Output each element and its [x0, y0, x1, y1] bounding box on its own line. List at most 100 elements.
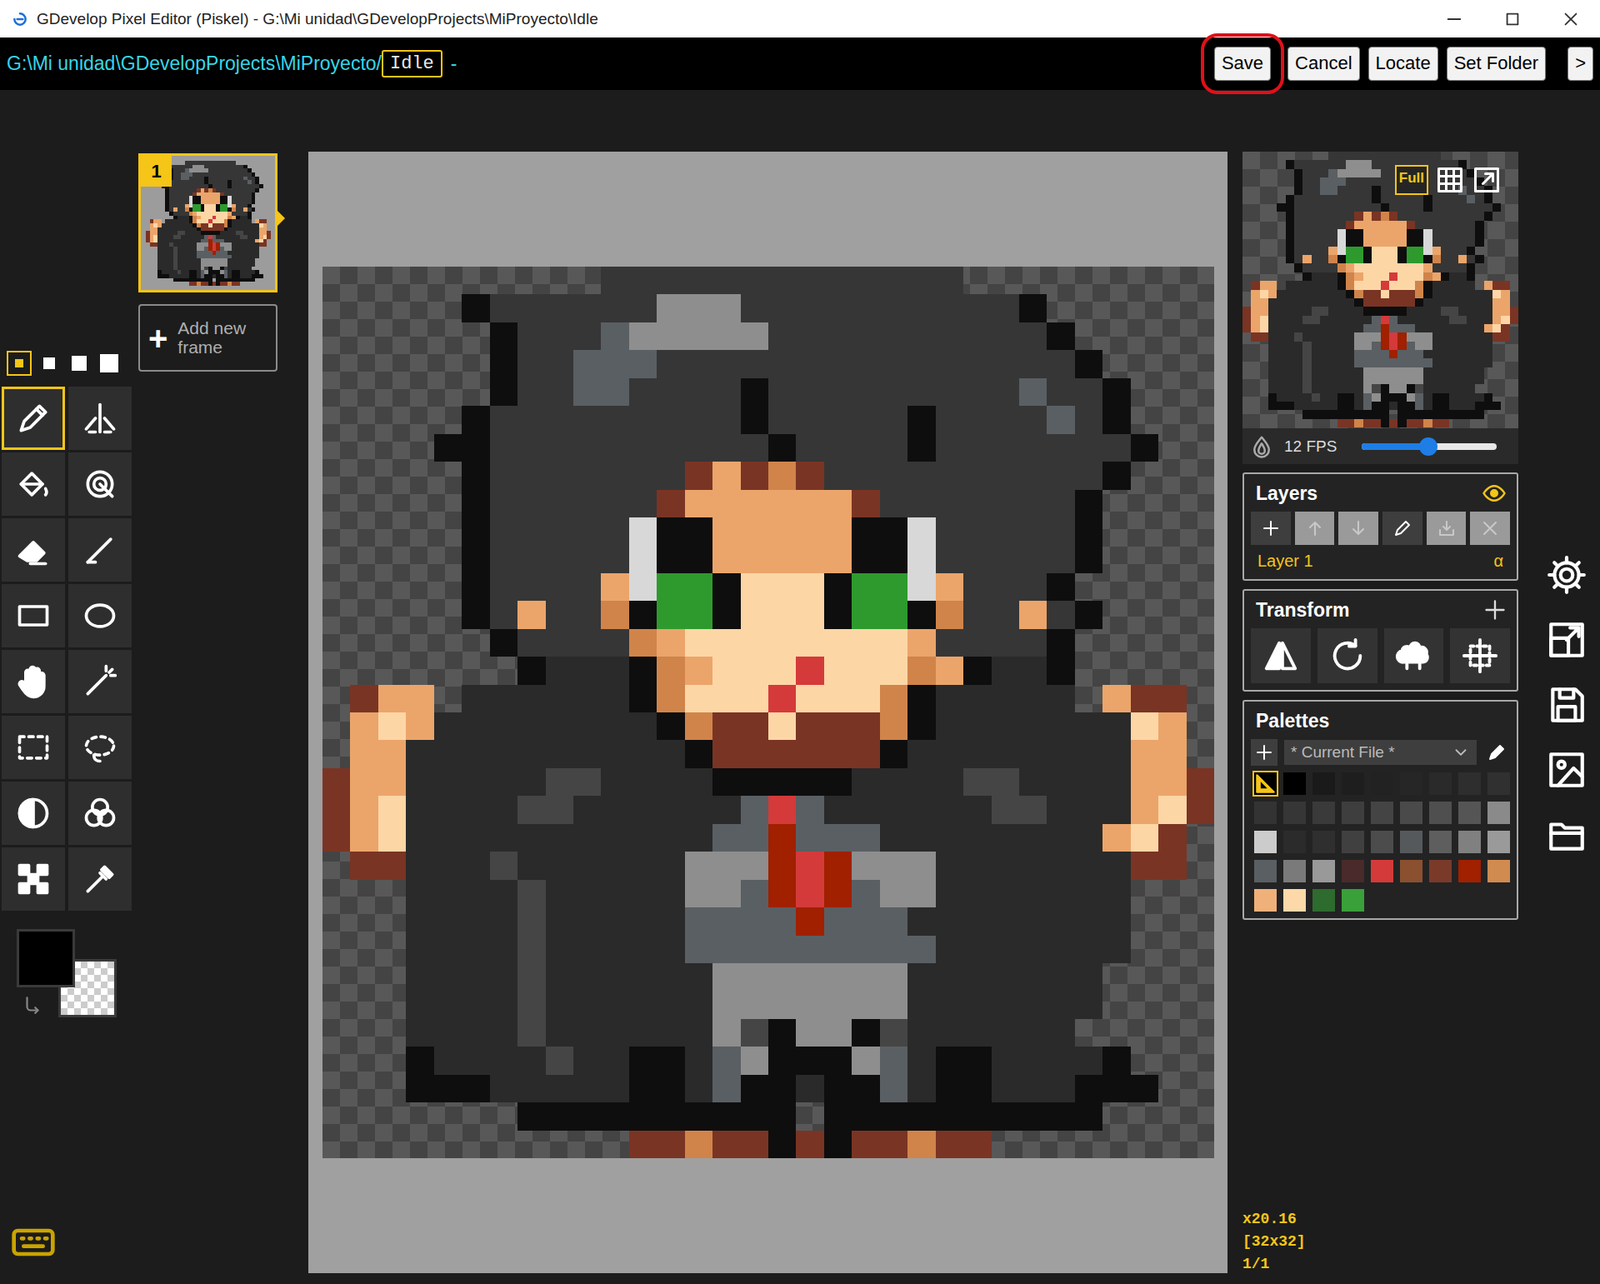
sprite-pixel: [879, 990, 907, 1019]
sprite-pixel: [223, 246, 228, 251]
sprite-pixel: [176, 258, 181, 263]
sprite-pixel: [1074, 405, 1102, 434]
sprite-pixel: [1018, 990, 1046, 1019]
tool-button[interactable]: [1, 781, 65, 845]
pen-size-option[interactable]: [36, 350, 62, 376]
sprite-pixel: [1294, 237, 1303, 246]
sprite-pixel: [227, 199, 232, 204]
sprite-pixel: [1302, 220, 1311, 230]
sprite-pixel: [795, 824, 824, 852]
sprite-pixel: [1102, 1046, 1130, 1075]
sprite-pixel: [184, 238, 189, 243]
tool-button[interactable]: [1, 650, 65, 714]
sprite-pixel: [795, 851, 824, 880]
sprite-pixel: [220, 277, 225, 282]
sprite-pixel: [195, 277, 200, 282]
sprite-pixel: [851, 490, 880, 518]
toolbar-button[interactable]: >: [1567, 46, 1594, 80]
pen-size-option[interactable]: [66, 350, 92, 376]
sprite-pixel: [545, 461, 573, 490]
sprite-pixel: [1423, 255, 1432, 264]
frame-thumbnail[interactable]: 1: [138, 153, 278, 293]
sprite-pixel: [823, 350, 851, 378]
sprite-pixel: [1046, 1102, 1075, 1130]
tool-button[interactable]: [1, 386, 65, 450]
sprite-pixel: [1337, 211, 1346, 220]
sprite-pixel: [572, 322, 600, 350]
tool-button[interactable]: [68, 650, 132, 714]
tool-button[interactable]: [1, 715, 65, 780]
tool-button[interactable]: [68, 781, 132, 845]
sprite-pixel: [1294, 229, 1303, 238]
drawing-area[interactable]: [308, 151, 1228, 1274]
sprite-pixel: [768, 963, 796, 991]
sprite-pixel: [215, 250, 220, 255]
sprite-pixel: [258, 184, 263, 189]
sprite-pixel: [153, 235, 158, 240]
tool-button[interactable]: [68, 715, 132, 780]
toolbar-button[interactable]: Locate: [1368, 46, 1439, 80]
tool-button[interactable]: [68, 518, 132, 582]
toolbar-button[interactable]: Save: [1214, 46, 1271, 80]
maximize-button[interactable]: [1483, 0, 1542, 38]
sprite-pixel: [656, 405, 685, 434]
sprite-pixel: [795, 963, 824, 991]
tool-button[interactable]: [1, 452, 65, 516]
sprite-pixel: [768, 990, 796, 1019]
sprite-pixel: [195, 235, 200, 240]
sprite-pixel: [250, 270, 255, 275]
tool-button[interactable]: [68, 584, 132, 648]
sprite-pixel: [684, 990, 712, 1019]
sprite-pixel: [1285, 160, 1295, 169]
add-frame-button[interactable]: +Add new frame: [138, 304, 278, 372]
sprite-pixel: [517, 350, 545, 378]
sprite-pixel: [188, 230, 193, 235]
sprite-pixel: [1320, 211, 1329, 220]
sprite-pixel: [145, 238, 150, 243]
sprite-pixel: [1423, 195, 1432, 204]
tool-button[interactable]: [1, 584, 65, 648]
sprite-pixel: [243, 210, 248, 215]
primary-color[interactable]: [16, 929, 75, 988]
sprite-pixel: [255, 175, 260, 180]
sprite-pixel: [795, 768, 824, 796]
sprite-pixel: [1475, 237, 1484, 246]
sprite-pixel: [489, 322, 517, 350]
minimize-button[interactable]: [1425, 0, 1484, 38]
sprite-pixel: [160, 270, 165, 275]
sprite-pixel: [208, 254, 213, 259]
sprite-pixel: [1466, 195, 1475, 204]
sprite-pixel: [1406, 195, 1415, 204]
tool-button[interactable]: [1, 847, 65, 911]
tool-button[interactable]: [68, 452, 132, 516]
sprite-pixel: [768, 795, 796, 824]
close-button[interactable]: [1541, 0, 1600, 38]
tool-button[interactable]: [68, 386, 132, 450]
sprite-pixel: [169, 265, 174, 270]
sprite-pixel: [243, 258, 248, 263]
pen-size-option[interactable]: [6, 350, 32, 376]
file-name-field[interactable]: Idle: [381, 50, 443, 78]
tool-button[interactable]: [1, 518, 65, 582]
sprite-pixel: [172, 168, 177, 173]
sprite-canvas[interactable]: [322, 266, 1215, 1159]
sprite-pixel: [149, 230, 154, 235]
sprite-pixel: [195, 164, 200, 169]
sprite-pixel: [169, 195, 174, 200]
sprite-pixel: [180, 207, 185, 212]
sprite-pixel: [963, 629, 991, 657]
sprite-pixel: [489, 434, 517, 462]
sprite-pixel: [227, 258, 232, 263]
sprite-pixel: [1046, 490, 1075, 518]
sprite-pixel: [517, 685, 545, 713]
sprite-pixel: [188, 238, 193, 243]
icon-shape: [15, 795, 52, 832]
pen-size-option[interactable]: [96, 350, 122, 376]
toolbar-button[interactable]: Set Folder: [1446, 46, 1547, 80]
sprite-pixel: [1406, 246, 1415, 255]
sprite-pixel: [157, 235, 162, 240]
toolbar-button[interactable]: Cancel: [1287, 46, 1360, 80]
sprite-pixel: [656, 490, 685, 518]
tool-button[interactable]: [68, 847, 132, 911]
sprite-pixel: [935, 1019, 963, 1047]
